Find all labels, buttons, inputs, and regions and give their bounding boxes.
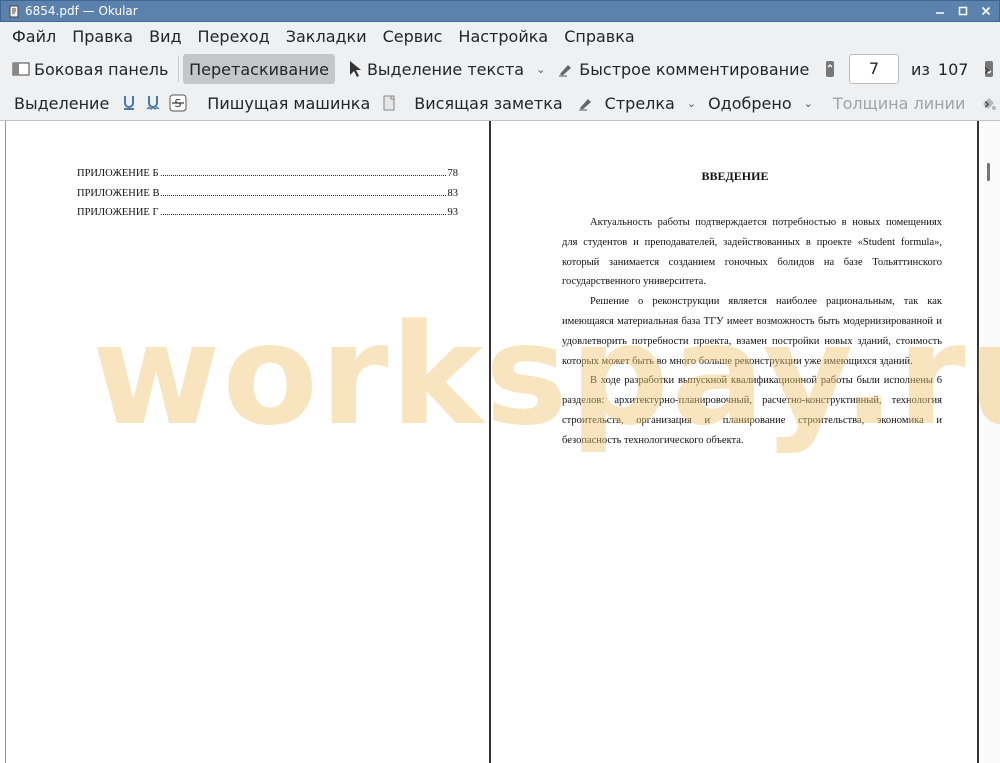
- menu-edit[interactable]: Правка: [64, 22, 141, 52]
- toc-dots: [160, 214, 446, 215]
- toc-label: ПРИЛОЖЕНИЕ В: [77, 188, 160, 199]
- toc-dots: [161, 195, 446, 196]
- text-select-button[interactable]: Выделение текста: [339, 54, 530, 84]
- stamp-label: Одобрено: [708, 93, 792, 113]
- stamp-button[interactable]: Одобрено: [702, 88, 798, 118]
- quick-comment-label: Быстрое комментирование: [579, 59, 810, 79]
- quick-comment-button[interactable]: Быстрое комментирование: [551, 54, 815, 84]
- line-width-button[interactable]: Толщина линии: [827, 88, 972, 118]
- close-icon[interactable]: [979, 4, 993, 18]
- arrow-pen-icon[interactable]: [577, 94, 595, 112]
- toc-row: ПРИЛОЖЕНИЕ Г 93: [77, 207, 458, 218]
- drag-mode-button[interactable]: Перетаскивание: [183, 54, 335, 84]
- toc-page: 83: [447, 188, 459, 199]
- strikeout-icon[interactable]: S: [169, 94, 187, 112]
- chevron-down-icon[interactable]: ⌄: [536, 63, 545, 76]
- toolbar-overflow-icon[interactable]: ›: [984, 60, 990, 79]
- line-width-label: Толщина линии: [832, 93, 966, 113]
- page-up-icon[interactable]: [823, 60, 837, 78]
- minimize-icon[interactable]: [933, 4, 947, 18]
- arrow-label: Стрелка: [604, 93, 675, 113]
- highlight-button[interactable]: Выделение: [8, 88, 115, 118]
- chevron-down-icon[interactable]: ⌄: [687, 97, 696, 110]
- chevron-down-icon[interactable]: ⌄: [804, 97, 813, 110]
- scrollbar-handle[interactable]: [987, 163, 990, 181]
- underline-icon[interactable]: [121, 94, 137, 112]
- typewriter-button[interactable]: Пишущая машинка: [201, 88, 376, 118]
- annotation-toolbar: Выделение S Пишущая машинка Висящая заме…: [0, 86, 1000, 121]
- text-select-label: Выделение текста: [366, 59, 525, 79]
- maximize-icon[interactable]: [956, 4, 970, 18]
- menu-view[interactable]: Вид: [141, 22, 189, 52]
- cursor-icon: [345, 60, 363, 78]
- page-of-label: из: [911, 59, 930, 79]
- squiggly-underline-icon[interactable]: [145, 94, 161, 112]
- toc-row: ПРИЛОЖЕНИЕ В 83: [77, 188, 458, 199]
- section-heading: ВВЕДЕНИЕ: [701, 169, 769, 183]
- toc-label: ПРИЛОЖЕНИЕ Г: [77, 207, 159, 218]
- menu-settings[interactable]: Настройка: [450, 22, 556, 52]
- main-toolbar: Боковая панель Перетаскивание Выделение …: [0, 52, 1000, 86]
- sidebar-button[interactable]: Боковая панель: [6, 54, 174, 84]
- window-titlebar[interactable]: 6854.pdf — Okular: [0, 0, 1000, 22]
- document-view[interactable]: ПРИЛОЖЕНИЕ Б 78 ПРИЛОЖЕНИЕ В 83 ПРИЛОЖЕН…: [0, 121, 1000, 763]
- typewriter-label: Пишущая машинка: [207, 93, 371, 113]
- paragraph: Актуальность работы подтверждается потре…: [562, 217, 942, 288]
- drag-mode-label: Перетаскивание: [189, 59, 329, 79]
- pop-up-note-label: Висящая заметка: [414, 93, 563, 113]
- vertical-scrollbar[interactable]: [981, 121, 1000, 763]
- toc-label: ПРИЛОЖЕНИЕ Б: [77, 168, 159, 179]
- toc-page: 78: [447, 168, 459, 179]
- pop-up-note-button[interactable]: Висящая заметка: [408, 88, 568, 118]
- arrow-button[interactable]: Стрелка: [599, 88, 681, 118]
- toc-dots: [160, 175, 446, 176]
- menu-go[interactable]: Переход: [190, 22, 278, 52]
- toc-page: 93: [447, 207, 459, 218]
- pen-icon: [557, 60, 575, 78]
- menu-tools[interactable]: Сервис: [375, 22, 451, 52]
- note-icon[interactable]: [382, 94, 396, 112]
- body-text: Актуальность работы подтверждается потре…: [562, 213, 942, 451]
- pdf-page-right: ВВЕДЕНИЕ Актуальность работы подтверждае…: [493, 121, 979, 763]
- menu-help[interactable]: Справка: [556, 22, 643, 52]
- menu-file[interactable]: Файл: [4, 22, 64, 52]
- sidebar-button-label: Боковая панель: [34, 59, 169, 79]
- toc-row: ПРИЛОЖЕНИЕ Б 78: [77, 168, 458, 179]
- page-number-input[interactable]: 7: [848, 54, 900, 84]
- page-total-label: 107: [937, 59, 969, 79]
- toolbar-separator: [178, 56, 180, 82]
- menu-bar: Файл Правка Вид Переход Закладки Сервис …: [0, 22, 1000, 52]
- window-title: 6854.pdf — Okular: [25, 4, 138, 18]
- menu-bookmarks[interactable]: Закладки: [278, 22, 375, 52]
- pdf-page-left: ПРИЛОЖЕНИЕ Б 78 ПРИЛОЖЕНИЕ В 83 ПРИЛОЖЕН…: [5, 121, 491, 763]
- paragraph: В ходе разработки выпускной квалификацио…: [562, 375, 942, 446]
- highlight-label: Выделение: [14, 93, 110, 113]
- paragraph: Решение о реконструкции является наиболе…: [562, 296, 942, 367]
- sidebar-icon: [12, 60, 30, 78]
- okular-app-icon: [7, 4, 21, 18]
- toolbar-overflow-icon[interactable]: ›: [984, 94, 990, 113]
